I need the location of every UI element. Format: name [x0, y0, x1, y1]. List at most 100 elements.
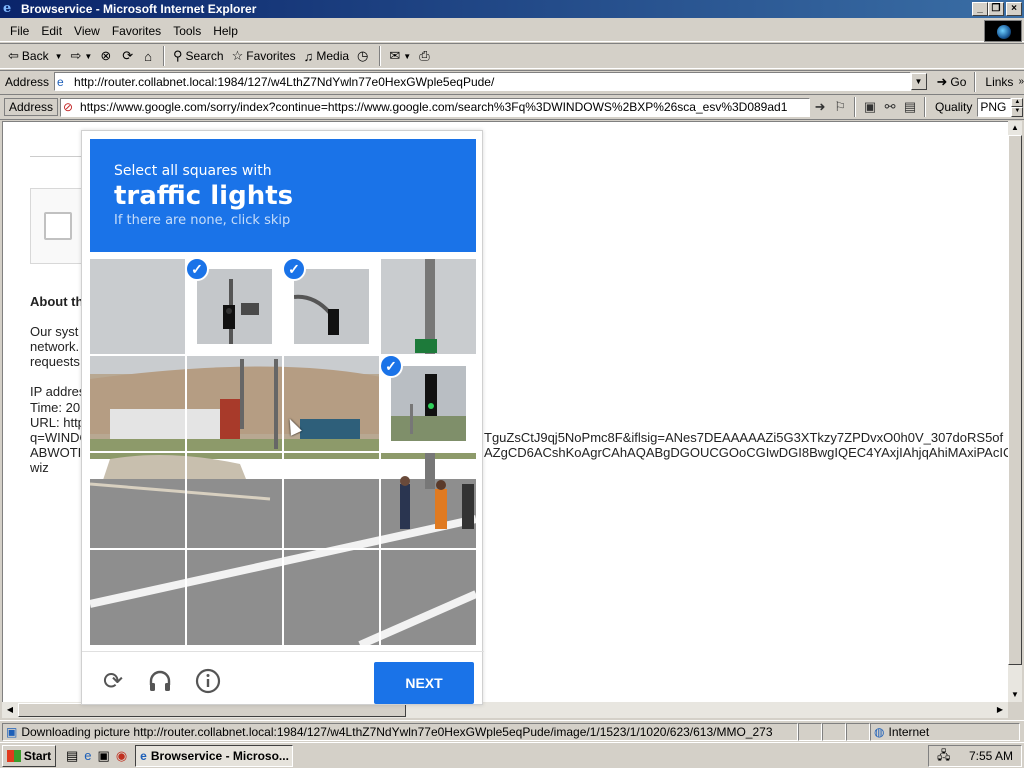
scroll-left-icon[interactable]: ◀ — [2, 702, 18, 718]
page-icon: ▣ — [6, 724, 18, 739]
next-button[interactable]: NEXT — [374, 662, 474, 704]
info-icon[interactable] — [193, 666, 223, 696]
print-button[interactable]: ⎙ — [415, 45, 436, 67]
captcha-tile[interactable] — [187, 453, 282, 548]
back-button[interactable]: ⇦ Back ▼ — [4, 45, 67, 67]
captcha-tile-image — [187, 550, 282, 645]
status-text: Downloading picture http://router.collab… — [21, 724, 773, 739]
bookmark-icon[interactable]: ⚐ — [830, 97, 850, 117]
network-icon[interactable]: 🖧 — [937, 746, 950, 767]
reload-icon[interactable]: ⟳ — [98, 666, 128, 696]
menu-view[interactable]: View — [68, 24, 106, 38]
captcha-tile[interactable] — [187, 550, 282, 645]
dropdown-arrow-icon[interactable]: ▼ — [84, 52, 92, 61]
zone-label: Internet — [888, 724, 930, 739]
address-input[interactable]: e http://router.collabnet.local:1984/127… — [54, 72, 911, 91]
captcha-tile[interactable] — [284, 356, 379, 451]
captcha-tile[interactable] — [284, 550, 379, 645]
captcha-tile-image — [284, 356, 379, 451]
captcha-target: traffic lights — [114, 181, 294, 211]
favorites-button[interactable]: ☆ Favorites — [228, 45, 300, 67]
save-icon[interactable]: ▣ — [860, 97, 880, 117]
refresh-button[interactable]: ⟳ — [118, 45, 140, 67]
media-icon: ♫ — [303, 48, 314, 64]
inner-address-input[interactable]: ⊘ https://www.google.com/sorry/index?con… — [60, 97, 811, 117]
title-bar[interactable]: e Browservice - Microsoft Internet Explo… — [0, 0, 1024, 18]
captcha-tile-image — [391, 366, 466, 441]
search-button[interactable]: ⚲ Search — [169, 45, 228, 67]
captcha-tile[interactable] — [90, 356, 185, 451]
captcha-tile-image — [294, 269, 369, 344]
search-icon: ⚲ — [173, 48, 183, 63]
go-button[interactable]: ➜ Go — [933, 71, 971, 93]
clipboard-icon[interactable]: ▤ — [900, 97, 920, 117]
vertical-scrollbar[interactable]: ▲ ▼ — [1008, 121, 1022, 702]
status-panel — [822, 722, 846, 741]
menu-file[interactable]: File — [4, 24, 35, 38]
links-button[interactable]: Links — [980, 75, 1018, 89]
toolbar-separator — [163, 46, 166, 66]
captcha-image-grid: ✓ ✓ ✓ — [90, 259, 476, 645]
time-line: Time: 20 — [30, 400, 81, 415]
back-arrow-icon: ⇦ — [8, 48, 19, 63]
taskbar: Start ▤ e ▣ ◉ e Browservice - Microso...… — [0, 742, 1024, 768]
browser-icon[interactable]: ◉ — [116, 748, 127, 764]
start-button[interactable]: Start — [2, 744, 56, 767]
captcha-tile-image — [90, 550, 185, 645]
captcha-tile[interactable] — [90, 550, 185, 645]
spinner-down-icon[interactable]: ▼ — [1011, 106, 1024, 117]
headphones-icon[interactable] — [145, 666, 175, 696]
quality-spinner[interactable]: ▲ ▼ — [1011, 97, 1024, 117]
dropdown-arrow-icon[interactable]: ▼ — [55, 52, 63, 61]
spinner-up-icon[interactable]: ▲ — [1011, 97, 1024, 107]
find-icon[interactable]: ⚯ — [880, 97, 900, 117]
captcha-tile[interactable] — [381, 550, 476, 645]
mail-button[interactable]: ✉ ▼ — [385, 45, 415, 67]
status-bar: ▣ Downloading picture http://router.coll… — [0, 720, 1024, 742]
captcha-tile-image — [284, 550, 379, 645]
scroll-down-icon[interactable]: ▼ — [1008, 688, 1022, 702]
about-heading: About th — [30, 294, 84, 309]
vertical-scroll-thumb[interactable] — [1008, 135, 1022, 665]
home-button[interactable]: ⌂ — [140, 45, 159, 67]
stop-button[interactable]: ⊗ — [96, 45, 118, 67]
maximize-button[interactable]: ❐ — [988, 2, 1004, 16]
insecure-page-icon: ⊘ — [63, 100, 74, 114]
query-line: TguZsCtJ9qj5NoPmc8F&iflsig=ANes7DEAAAAAZ… — [484, 430, 1004, 445]
dropdown-arrow-icon[interactable]: ▼ — [403, 52, 411, 61]
captcha-hint: If there are none, click skip — [114, 213, 291, 228]
quality-input[interactable]: PNG — [977, 97, 1012, 117]
recaptcha-checkbox[interactable] — [44, 212, 72, 240]
close-button[interactable]: × — [1006, 2, 1022, 16]
captcha-tile[interactable] — [90, 453, 185, 548]
menu-edit[interactable]: Edit — [35, 24, 68, 38]
media-button[interactable]: ♫ Media — [300, 45, 353, 67]
menu-favorites[interactable]: Favorites — [106, 24, 167, 38]
go-arrow-icon: ➜ — [936, 73, 948, 89]
captcha-footer: ⟳ NEXT — [82, 651, 484, 706]
minimize-button[interactable]: _ — [972, 2, 988, 16]
chevron-right-icon[interactable]: » — [1018, 76, 1024, 87]
media-player-icon[interactable]: ▣ — [98, 748, 110, 764]
ie-icon[interactable]: e — [84, 748, 91, 764]
scroll-up-icon[interactable]: ▲ — [1008, 121, 1022, 135]
captcha-tile-image — [187, 453, 282, 548]
captcha-tile[interactable] — [381, 453, 476, 548]
show-desktop-icon[interactable]: ▤ — [66, 748, 78, 764]
home-icon: ⌂ — [144, 48, 153, 64]
captcha-challenge: Select all squares with traffic lights I… — [81, 130, 484, 706]
history-button[interactable]: ◷ — [353, 45, 375, 67]
menu-tools[interactable]: Tools — [167, 24, 207, 38]
captcha-tile[interactable] — [90, 259, 185, 354]
captcha-tile[interactable] — [187, 356, 282, 451]
taskbar-item-browservice[interactable]: e Browservice - Microso... — [135, 744, 294, 767]
go-arrow-icon[interactable]: ➜ — [810, 97, 830, 117]
clock: 7:55 AM — [968, 749, 1013, 763]
scroll-right-icon[interactable]: ▶ — [992, 702, 1008, 718]
captcha-tile[interactable] — [381, 259, 476, 354]
quality-label: Quality — [935, 100, 973, 114]
forward-button[interactable]: ⇨ ▼ — [67, 45, 97, 67]
address-dropdown-button[interactable]: ▼ — [910, 73, 927, 90]
menu-help[interactable]: Help — [207, 24, 244, 38]
captcha-tile[interactable] — [284, 453, 379, 548]
